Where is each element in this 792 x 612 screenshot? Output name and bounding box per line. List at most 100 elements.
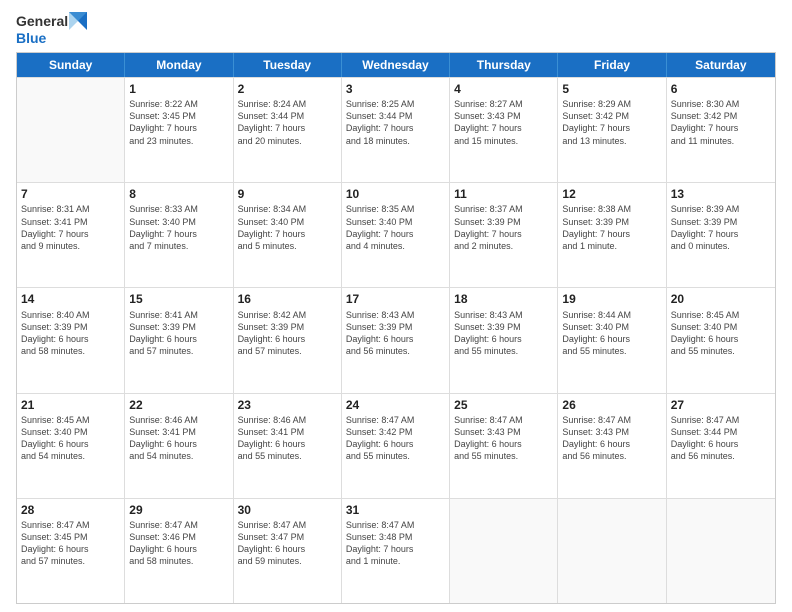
calendar-body: 1Sunrise: 8:22 AM Sunset: 3:45 PM Daylig… [17, 77, 775, 603]
day-number: 15 [129, 291, 228, 307]
cell-info: Sunrise: 8:47 AM Sunset: 3:46 PM Dayligh… [129, 519, 228, 568]
calendar-cell: 7Sunrise: 8:31 AM Sunset: 3:41 PM Daylig… [17, 183, 125, 287]
day-number: 3 [346, 81, 445, 97]
calendar-row-3: 14 Sunrise: 8:40 AM Sunset: 3:39 PM Dayli… [17, 287, 775, 392]
calendar-cell: 14 Sunrise: 8:40 AM Sunset: 3:39 PM Dayli… [17, 288, 125, 392]
cell-info: Sunrise: 8:24 AM Sunset: 3:44 PM Dayligh… [238, 98, 337, 147]
cell-info: Sunrise: 8:33 AM Sunset: 3:40 PM Dayligh… [129, 203, 228, 252]
cell-info: Sunrise: 8:31 AM Sunset: 3:41 PM Dayligh… [21, 203, 120, 252]
calendar-cell: 9Sunrise: 8:34 AM Sunset: 3:40 PM Daylig… [234, 183, 342, 287]
calendar-cell [558, 499, 666, 603]
calendar-cell: 24Sunrise: 8:47 AM Sunset: 3:42 PM Dayli… [342, 394, 450, 498]
cell-info: Sunrise: 8:46 AM Sunset: 3:41 PM Dayligh… [129, 414, 228, 463]
cell-info: Sunrise: 8:43 AM Sunset: 3:39 PM Dayligh… [454, 309, 553, 358]
day-header-thursday: Thursday [450, 53, 558, 77]
calendar-cell [667, 499, 775, 603]
day-number: 16 [238, 291, 337, 307]
day-number: 14 [21, 291, 120, 307]
cell-info: Sunrise: 8:45 AM Sunset: 3:40 PM Dayligh… [671, 309, 771, 358]
calendar: SundayMondayTuesdayWednesdayThursdayFrid… [16, 52, 776, 604]
day-number: 18 [454, 291, 553, 307]
cell-info: Sunrise: 8:47 AM Sunset: 3:45 PM Dayligh… [21, 519, 120, 568]
calendar-cell: 3Sunrise: 8:25 AM Sunset: 3:44 PM Daylig… [342, 78, 450, 182]
calendar-cell: 2Sunrise: 8:24 AM Sunset: 3:44 PM Daylig… [234, 78, 342, 182]
calendar-cell: 13Sunrise: 8:39 AM Sunset: 3:39 PM Dayli… [667, 183, 775, 287]
day-header-friday: Friday [558, 53, 666, 77]
cell-info: Sunrise: 8:27 AM Sunset: 3:43 PM Dayligh… [454, 98, 553, 147]
day-number: 23 [238, 397, 337, 413]
cell-info: Sunrise: 8:30 AM Sunset: 3:42 PM Dayligh… [671, 98, 771, 147]
calendar-cell: 8Sunrise: 8:33 AM Sunset: 3:40 PM Daylig… [125, 183, 233, 287]
calendar-cell: 31Sunrise: 8:47 AM Sunset: 3:48 PM Dayli… [342, 499, 450, 603]
calendar-row-1: 1Sunrise: 8:22 AM Sunset: 3:45 PM Daylig… [17, 77, 775, 182]
day-number: 8 [129, 186, 228, 202]
day-number: 6 [671, 81, 771, 97]
calendar-cell: 6Sunrise: 8:30 AM Sunset: 3:42 PM Daylig… [667, 78, 775, 182]
day-number: 20 [671, 291, 771, 307]
day-number: 7 [21, 186, 120, 202]
calendar-cell: 27Sunrise: 8:47 AM Sunset: 3:44 PM Dayli… [667, 394, 775, 498]
calendar-cell: 16Sunrise: 8:42 AM Sunset: 3:39 PM Dayli… [234, 288, 342, 392]
cell-info: Sunrise: 8:47 AM Sunset: 3:48 PM Dayligh… [346, 519, 445, 568]
calendar-cell: 18 Sunrise: 8:43 AM Sunset: 3:39 PM Dayli… [450, 288, 558, 392]
day-number: 22 [129, 397, 228, 413]
cell-info: Sunrise: 8:47 AM Sunset: 3:44 PM Dayligh… [671, 414, 771, 463]
calendar-cell: 19 Sunrise: 8:44 AM Sunset: 3:40 PM Dayli… [558, 288, 666, 392]
calendar-cell: 15 Sunrise: 8:41 AM Sunset: 3:39 PM Dayli… [125, 288, 233, 392]
day-number: 27 [671, 397, 771, 413]
cell-info: Sunrise: 8:34 AM Sunset: 3:40 PM Dayligh… [238, 203, 337, 252]
day-number: 9 [238, 186, 337, 202]
day-number: 13 [671, 186, 771, 202]
calendar-cell [17, 78, 125, 182]
day-number: 31 [346, 502, 445, 518]
day-header-sunday: Sunday [17, 53, 125, 77]
calendar-cell: 22Sunrise: 8:46 AM Sunset: 3:41 PM Dayli… [125, 394, 233, 498]
day-number: 29 [129, 502, 228, 518]
cell-info: Sunrise: 8:46 AM Sunset: 3:41 PM Dayligh… [238, 414, 337, 463]
day-number: 4 [454, 81, 553, 97]
calendar-cell: 12Sunrise: 8:38 AM Sunset: 3:39 PM Dayli… [558, 183, 666, 287]
calendar-row-4: 21Sunrise: 8:45 AM Sunset: 3:40 PM Dayli… [17, 393, 775, 498]
day-number: 24 [346, 397, 445, 413]
day-number: 10 [346, 186, 445, 202]
cell-info: Sunrise: 8:47 AM Sunset: 3:43 PM Dayligh… [454, 414, 553, 463]
calendar-cell: 25Sunrise: 8:47 AM Sunset: 3:43 PM Dayli… [450, 394, 558, 498]
day-number: 26 [562, 397, 661, 413]
cell-info: Sunrise: 8:47 AM Sunset: 3:47 PM Dayligh… [238, 519, 337, 568]
cell-info: Sunrise: 8:43 AM Sunset: 3:39 PM Dayligh… [346, 309, 445, 358]
cell-info: Sunrise: 8:45 AM Sunset: 3:40 PM Dayligh… [21, 414, 120, 463]
calendar-cell: 10Sunrise: 8:35 AM Sunset: 3:40 PM Dayli… [342, 183, 450, 287]
cell-info: Sunrise: 8:40 AM Sunset: 3:39 PM Dayligh… [21, 309, 120, 358]
calendar-header: SundayMondayTuesdayWednesdayThursdayFrid… [17, 53, 775, 77]
cell-info: Sunrise: 8:47 AM Sunset: 3:42 PM Dayligh… [346, 414, 445, 463]
day-header-wednesday: Wednesday [342, 53, 450, 77]
cell-info: Sunrise: 8:47 AM Sunset: 3:43 PM Dayligh… [562, 414, 661, 463]
cell-info: Sunrise: 8:38 AM Sunset: 3:39 PM Dayligh… [562, 203, 661, 252]
calendar-row-2: 7Sunrise: 8:31 AM Sunset: 3:41 PM Daylig… [17, 182, 775, 287]
day-number: 2 [238, 81, 337, 97]
calendar-cell: 17 Sunrise: 8:43 AM Sunset: 3:39 PM Dayli… [342, 288, 450, 392]
cell-info: Sunrise: 8:39 AM Sunset: 3:39 PM Dayligh… [671, 203, 771, 252]
day-header-monday: Monday [125, 53, 233, 77]
calendar-cell: 20 Sunrise: 8:45 AM Sunset: 3:40 PM Dayli… [667, 288, 775, 392]
cell-info: Sunrise: 8:44 AM Sunset: 3:40 PM Dayligh… [562, 309, 661, 358]
calendar-cell: 30Sunrise: 8:47 AM Sunset: 3:47 PM Dayli… [234, 499, 342, 603]
day-number: 30 [238, 502, 337, 518]
cell-info: Sunrise: 8:29 AM Sunset: 3:42 PM Dayligh… [562, 98, 661, 147]
calendar-cell: 4Sunrise: 8:27 AM Sunset: 3:43 PM Daylig… [450, 78, 558, 182]
calendar-cell: 21Sunrise: 8:45 AM Sunset: 3:40 PM Dayli… [17, 394, 125, 498]
cell-info: Sunrise: 8:41 AM Sunset: 3:39 PM Dayligh… [129, 309, 228, 358]
day-number: 21 [21, 397, 120, 413]
calendar-cell: 1Sunrise: 8:22 AM Sunset: 3:45 PM Daylig… [125, 78, 233, 182]
day-number: 19 [562, 291, 661, 307]
logo: General Blue [16, 12, 89, 46]
calendar-cell: 26Sunrise: 8:47 AM Sunset: 3:43 PM Dayli… [558, 394, 666, 498]
calendar-cell [450, 499, 558, 603]
day-number: 1 [129, 81, 228, 97]
day-number: 5 [562, 81, 661, 97]
calendar-cell: 29Sunrise: 8:47 AM Sunset: 3:46 PM Dayli… [125, 499, 233, 603]
day-number: 17 [346, 291, 445, 307]
calendar-cell: 11Sunrise: 8:37 AM Sunset: 3:39 PM Dayli… [450, 183, 558, 287]
calendar-row-5: 28Sunrise: 8:47 AM Sunset: 3:45 PM Dayli… [17, 498, 775, 603]
calendar-cell: 28Sunrise: 8:47 AM Sunset: 3:45 PM Dayli… [17, 499, 125, 603]
